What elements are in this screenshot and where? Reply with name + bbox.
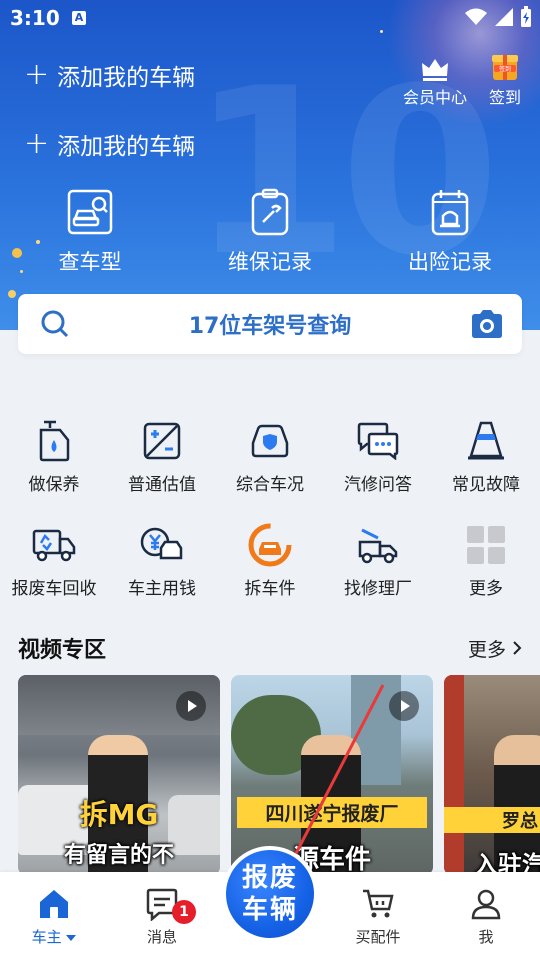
scrap-button-line2: 车辆	[241, 895, 298, 925]
service-label: 报废车回收	[11, 579, 97, 599]
search-icon	[41, 310, 69, 338]
quick-car-model[interactable]: 查车型	[20, 186, 160, 276]
car-search-icon	[67, 189, 113, 235]
service-scrap-recycle[interactable]: 报废车回收	[0, 522, 108, 599]
tab-label: 车主	[31, 928, 62, 946]
battery-icon	[521, 6, 531, 27]
status-time: 3:10	[10, 6, 60, 30]
service-label: 拆车件	[244, 579, 296, 599]
member-center-button[interactable]: 会员中心	[400, 48, 470, 108]
coin-decor	[8, 290, 16, 298]
tab-owner[interactable]: 车主	[0, 886, 108, 947]
scrap-vehicle-button[interactable]: 报废 车辆	[222, 846, 318, 942]
video-carousel[interactable]: 拆MG 有留言的不 四川遂宁报废厂 源车件 罗总自主 入驻汽	[18, 675, 540, 875]
gift-checkin-icon: 签到	[492, 55, 518, 80]
scrap-button-line1: 报废	[241, 863, 298, 893]
yen-car-icon	[140, 527, 183, 560]
play-icon[interactable]	[176, 691, 206, 721]
grid-more-icon	[467, 526, 505, 564]
dismantle-car-icon	[248, 523, 292, 567]
service-dismantled-parts[interactable]: 拆车件	[216, 522, 324, 599]
tab-me[interactable]: 我	[432, 886, 540, 947]
plus-minus-icon	[143, 422, 181, 460]
crown-icon	[422, 59, 448, 81]
service-find-garage[interactable]: 找修理厂	[324, 522, 432, 599]
video-caption-bottom: 入驻汽	[474, 851, 540, 875]
notification-a-icon: A	[72, 11, 86, 25]
quick-insurance-record[interactable]: 出险记录	[380, 186, 520, 276]
red-arrow-annotation	[281, 684, 385, 871]
quick-label: 出险记录	[408, 250, 492, 274]
service-label: 更多	[469, 579, 503, 599]
wifi-icon	[465, 8, 487, 25]
service-label: 车主用钱	[128, 579, 196, 599]
service-label: 普通估值	[128, 475, 196, 495]
checkin-button[interactable]: 签到 签到	[470, 48, 540, 108]
vin-search-bar[interactable]: 17位车架号查询	[18, 294, 522, 354]
status-icons	[464, 6, 532, 28]
tab-label: 买配件	[355, 928, 401, 946]
service-grid-row-1: 做保养 普通估值 综合车况 汽修问答 常见故障	[0, 418, 540, 495]
service-label: 综合车况	[236, 475, 304, 495]
service-owner-money[interactable]: 车主用钱	[108, 522, 216, 599]
service-label: 汽修问答	[344, 475, 412, 495]
video-card[interactable]: 罗总自主 入驻汽	[444, 675, 540, 875]
quick-label: 维保记录	[228, 250, 312, 274]
video-more-link[interactable]: 更多	[468, 635, 522, 662]
cart-icon	[363, 889, 394, 918]
status-bar: 3:10 A	[0, 0, 540, 36]
member-center-label: 会员中心	[402, 88, 467, 107]
play-icon[interactable]	[389, 691, 419, 721]
service-label: 找修理厂	[344, 579, 412, 599]
oil-can-icon	[39, 420, 70, 462]
tab-label: 我	[478, 928, 494, 946]
camera-icon[interactable]	[470, 309, 504, 339]
alarm-calendar-icon	[431, 190, 469, 236]
chat-bubbles-icon	[357, 422, 399, 460]
video-card[interactable]: 拆MG 有留言的不	[18, 675, 220, 875]
caret-down-icon	[66, 935, 77, 941]
video-more-label: 更多	[467, 638, 506, 661]
person-icon	[471, 889, 501, 920]
quick-maintenance-record[interactable]: 维保记录	[200, 186, 340, 276]
add-vehicle-button[interactable]: + 添加我的车辆	[24, 127, 195, 161]
plus-icon: +	[24, 57, 50, 92]
tab-label: 消息	[146, 928, 177, 946]
service-vehicle-condition[interactable]: 综合车况	[216, 418, 324, 495]
service-maintenance[interactable]: 做保养	[0, 418, 108, 495]
add-vehicle-label: 添加我的车辆	[57, 65, 196, 91]
video-caption-bottom: 有留言的不	[63, 843, 174, 868]
home-icon	[40, 890, 68, 918]
car-shield-icon	[251, 424, 289, 458]
chevron-right-icon	[513, 641, 522, 655]
service-label: 做保养	[28, 475, 80, 495]
unread-badge: 1	[172, 900, 196, 924]
video-caption-top: 罗总自主	[444, 807, 540, 833]
wrench-clipboard-icon	[251, 188, 289, 236]
plus-icon: +	[24, 126, 50, 161]
video-card[interactable]: 四川遂宁报废厂 源车件	[231, 675, 433, 875]
add-vehicle-button[interactable]: + 添加我的车辆	[24, 58, 195, 92]
vin-search-label: 17位车架号查询	[188, 314, 352, 339]
checkin-label: 签到	[488, 88, 521, 107]
signal-icon	[495, 8, 513, 26]
service-grid-row-2: 报废车回收 车主用钱 拆车件 找修理厂 更多	[0, 522, 540, 599]
recycle-truck-icon	[32, 529, 76, 562]
add-vehicle-label: 添加我的车辆	[57, 134, 196, 160]
service-label: 常见故障	[452, 475, 520, 495]
tow-truck-icon	[358, 528, 398, 564]
service-more[interactable]: 更多	[432, 522, 540, 599]
service-common-faults[interactable]: 常见故障	[432, 418, 540, 495]
checkin-badge-text: 签到	[499, 65, 511, 73]
service-repair-qa[interactable]: 汽修问答	[324, 418, 432, 495]
traffic-cone-icon	[468, 421, 504, 460]
quick-actions: 查车型 维保记录 出险记录	[0, 186, 540, 276]
video-section-header: 视频专区 更多	[18, 632, 522, 664]
tab-buy-parts[interactable]: 买配件	[324, 886, 432, 947]
video-caption-top: 拆MG	[79, 798, 159, 831]
video-section-title: 视频专区	[18, 638, 107, 663]
service-valuation[interactable]: 普通估值	[108, 418, 216, 495]
tab-messages[interactable]: 消息 1	[108, 886, 216, 947]
quick-label: 查车型	[58, 250, 122, 274]
